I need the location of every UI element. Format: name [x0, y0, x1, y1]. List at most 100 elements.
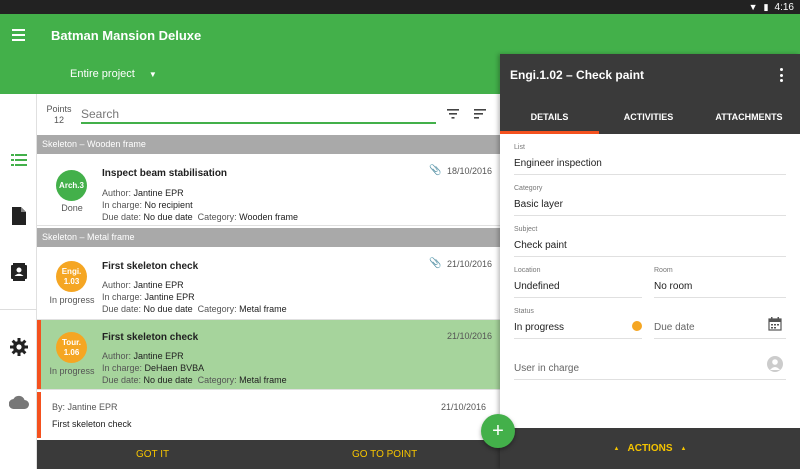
rail-item-list[interactable]: [0, 142, 37, 178]
point-badge: Engi. 1.03: [56, 261, 87, 292]
category-value: Metal frame: [239, 375, 287, 385]
menu-icon[interactable]: [8, 24, 30, 46]
activity-text: First skeleton check: [52, 419, 132, 429]
detail-bottom-bar: ▲ ACTIONS ▲: [500, 428, 800, 469]
sort-icon[interactable]: [472, 106, 488, 122]
tab-attachments[interactable]: ATTACHMENTS: [698, 100, 800, 134]
point-date: 21/10/2016: [446, 259, 492, 269]
gear-icon: [9, 338, 28, 356]
due-value: No due date: [143, 375, 193, 385]
category-value: Metal frame: [239, 304, 287, 314]
points-count: 12: [53, 115, 64, 125]
status-field-label: Status: [514, 308, 534, 315]
rail-item-settings[interactable]: [0, 329, 37, 365]
field-underline: [514, 297, 642, 298]
author-value: Jantine EPR: [133, 280, 184, 290]
tab-activities[interactable]: ACTIVITIES: [599, 100, 698, 134]
more-options-icon[interactable]: [780, 68, 784, 82]
category-value: Wooden frame: [239, 212, 299, 222]
list-item[interactable]: Engi. 1.03 In progress First skeleton che…: [37, 248, 500, 320]
app-title: Batman Mansion Deluxe: [51, 28, 202, 43]
navigation-rail: [0, 94, 37, 469]
due-label: Due date:: [102, 212, 142, 222]
status-indicator: [632, 321, 642, 331]
field-underline: [514, 379, 786, 380]
incharge-label: In charge:: [102, 200, 143, 210]
due-label: Due date:: [102, 375, 142, 385]
contacts-icon: [10, 263, 27, 281]
point-status: In progress: [49, 366, 95, 376]
expand-up-icon: ▲: [613, 445, 620, 452]
badge-line: 1.03: [63, 276, 80, 286]
search-input[interactable]: [81, 106, 436, 124]
avatar-icon[interactable]: [767, 356, 783, 372]
point-title: First skeleton check: [102, 261, 199, 272]
rail-item-contacts[interactable]: [0, 254, 37, 290]
list-field-value[interactable]: Engineer inspection: [514, 158, 602, 169]
point-status: In progress: [49, 295, 95, 305]
project-filter-label: Entire project: [70, 68, 135, 80]
activity-preview[interactable]: By: Jantine EPR 21/10/2016 First skeleto…: [37, 392, 500, 438]
filter-icon[interactable]: [445, 106, 461, 122]
attachment-icon: 📎: [429, 258, 442, 269]
point-date: 21/10/2016: [446, 331, 492, 341]
point-date: 18/10/2016: [446, 166, 492, 176]
list-item-selected[interactable]: Tour. 1.06 In progress First skeleton che…: [37, 320, 500, 390]
list-icon: [10, 154, 27, 166]
list-item[interactable]: Arch.3 Done Inspect beam stabilisation 📎…: [37, 154, 500, 226]
room-field-label: Room: [654, 267, 673, 274]
dropdown-caret-icon: ▼: [148, 70, 157, 79]
calendar-icon[interactable]: [768, 317, 782, 331]
list-bottom-bar: GOT IT GO TO POINT: [37, 440, 500, 469]
selection-accent: [37, 320, 41, 389]
field-underline: [514, 215, 786, 216]
detail-title: Engi.1.02 – Check paint: [510, 68, 645, 82]
add-point-button[interactable]: +: [481, 414, 515, 448]
location-field-value[interactable]: Undefined: [514, 281, 560, 292]
author-value: Jantine EPR: [133, 351, 184, 361]
go-to-point-button[interactable]: GO TO POINT: [352, 440, 417, 469]
field-underline: [654, 338, 786, 339]
category-label: Category:: [197, 212, 237, 222]
rail-divider: [0, 309, 37, 310]
wifi-icon: ▼: [748, 2, 758, 12]
due-date-field[interactable]: Due date: [654, 322, 695, 333]
user-in-charge-field[interactable]: User in charge: [514, 363, 579, 374]
cloud-icon: [8, 395, 29, 409]
incharge-value: No recipient: [144, 200, 193, 210]
category-field-value[interactable]: Basic layer: [514, 199, 563, 210]
subject-field-label: Subject: [514, 226, 538, 233]
point-due: Due date: No due date Category: Metal fr…: [102, 303, 287, 315]
activity-accent: [37, 392, 41, 438]
project-filter-dropdown[interactable]: Entire project ▼: [70, 68, 157, 81]
point-author: Author: Jantine EPR: [102, 187, 184, 199]
field-underline: [654, 297, 786, 298]
point-title: First skeleton check: [102, 332, 199, 343]
rail-item-sync[interactable]: [0, 384, 37, 420]
point-title: Inspect beam stabilisation: [102, 168, 228, 179]
document-icon: [11, 207, 26, 225]
field-underline: [514, 338, 642, 339]
location-field-label: Location: [514, 267, 541, 274]
clock: 4:16: [774, 1, 794, 13]
point-incharge: In charge: No recipient: [102, 199, 193, 211]
field-underline: [514, 256, 786, 257]
status-field-value[interactable]: In progress: [514, 322, 564, 333]
point-due: Due date: No due date Category: Wooden f…: [102, 211, 298, 223]
actions-button[interactable]: ▲ ACTIONS ▲: [500, 428, 800, 469]
due-value: No due date: [143, 212, 193, 222]
point-incharge: In charge: Jantine EPR: [102, 291, 195, 303]
section-header: Skeleton – Wooden frame: [37, 135, 500, 154]
got-it-button[interactable]: GOT IT: [136, 440, 169, 469]
activity-date: 21/10/2016: [440, 402, 486, 412]
point-due: Due date: No due date Category: Metal fr…: [102, 374, 287, 386]
tab-details[interactable]: DETAILS: [500, 100, 599, 134]
rail-item-documents[interactable]: [0, 198, 37, 234]
attachment-icon: 📎: [429, 165, 442, 176]
room-field-value[interactable]: No room: [654, 281, 692, 292]
point-badge: Tour. 1.06: [56, 332, 87, 363]
points-label: Points: [46, 104, 72, 114]
badge-line: 1.06: [63, 347, 80, 357]
subject-field-value[interactable]: Check paint: [514, 240, 567, 251]
author-label: Author:: [102, 188, 132, 198]
